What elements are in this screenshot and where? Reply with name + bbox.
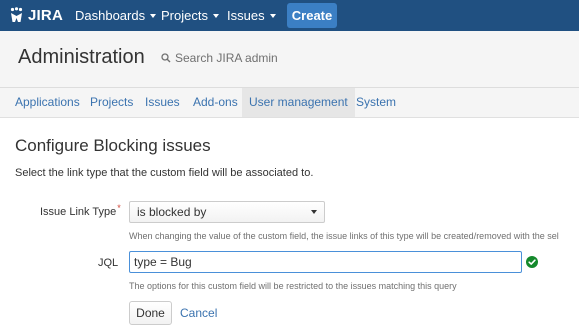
cancel-link[interactable]: Cancel: [180, 306, 217, 320]
done-button[interactable]: Done: [129, 301, 172, 325]
admin-header: Administration Search JIRA admin: [0, 31, 579, 88]
tab-issues[interactable]: Issues: [145, 88, 180, 117]
tab-add-ons[interactable]: Add-ons: [193, 88, 238, 117]
page-title: Administration: [18, 46, 145, 68]
admin-search[interactable]: Search JIRA admin: [161, 51, 278, 65]
issue-link-type-label: Issue Link Type*: [40, 203, 121, 218]
issue-link-type-value: is blocked by: [137, 205, 207, 219]
nav-issues[interactable]: Issues: [227, 0, 276, 31]
logo-text: JIRA: [28, 6, 63, 24]
required-marker: *: [117, 203, 121, 213]
tab-applications[interactable]: Applications: [15, 88, 80, 117]
jql-label: JQL: [98, 257, 119, 269]
jql-help: The options for this custom field will b…: [129, 281, 457, 291]
jql-input[interactable]: type = Bug: [129, 251, 522, 273]
search-icon: [161, 53, 171, 63]
page-heading: Configure Blocking issues: [15, 136, 211, 155]
issue-link-type-label-text: Issue Link Type: [40, 206, 117, 218]
nav-projects[interactable]: Projects: [161, 0, 219, 31]
chevron-down-icon: [212, 13, 219, 18]
top-navigation-bar: JIRA Dashboards Projects Issues Create: [0, 0, 579, 31]
tab-system[interactable]: System: [356, 88, 396, 117]
valid-check-icon: [526, 256, 538, 268]
nav-dashboards[interactable]: Dashboards: [75, 0, 157, 31]
jira-logo-icon: [10, 6, 23, 22]
issue-link-type-help: When changing the value of the custom fi…: [129, 231, 559, 241]
chevron-down-icon: [269, 13, 276, 18]
tab-user-management[interactable]: User management: [242, 88, 355, 117]
nav-issues-label: Issues: [227, 8, 265, 23]
admin-tabs: Applications Projects Issues Add-ons Use…: [0, 88, 579, 118]
page-description: Select the link type that the custom fie…: [15, 167, 314, 179]
jira-logo[interactable]: JIRA: [8, 6, 63, 24]
create-button[interactable]: Create: [287, 3, 337, 28]
nav-projects-label: Projects: [161, 8, 208, 23]
tab-projects[interactable]: Projects: [90, 88, 133, 117]
nav-dashboards-label: Dashboards: [75, 8, 146, 23]
issue-link-type-select[interactable]: is blocked by: [129, 201, 325, 223]
chevron-down-icon: [311, 210, 317, 214]
chevron-down-icon: [150, 13, 157, 18]
admin-search-placeholder: Search JIRA admin: [175, 51, 278, 65]
